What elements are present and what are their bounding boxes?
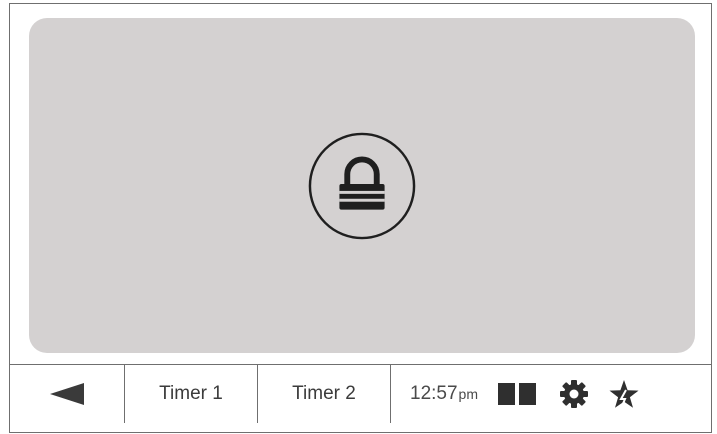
timer-2-label: Timer 2 [292,383,356,404]
timer-1-button[interactable]: Timer 1 [125,365,258,423]
bottom-navigation-bar: Timer 1 Timer 2 12:57 pm [10,364,711,434]
favorite-button[interactable] [609,379,639,409]
back-button[interactable] [10,365,125,423]
timer-1-label: Timer 1 [159,383,223,404]
split-view-icon [498,383,536,405]
timer-2-button[interactable]: Timer 2 [258,365,391,423]
back-arrow-icon [50,383,84,405]
status-area: 12:57 pm [391,365,711,423]
lock-icon [308,132,416,239]
star-icon [609,379,639,408]
split-view-button[interactable] [498,383,536,405]
device-frame: Timer 1 Timer 2 12:57 pm [9,3,712,433]
settings-button[interactable] [560,380,588,408]
gear-icon [560,380,588,408]
lock-screen-panel [29,18,695,353]
clock-time: 12:57 [410,383,458,404]
clock-suffix: pm [458,386,478,402]
lock-button[interactable] [307,131,417,241]
